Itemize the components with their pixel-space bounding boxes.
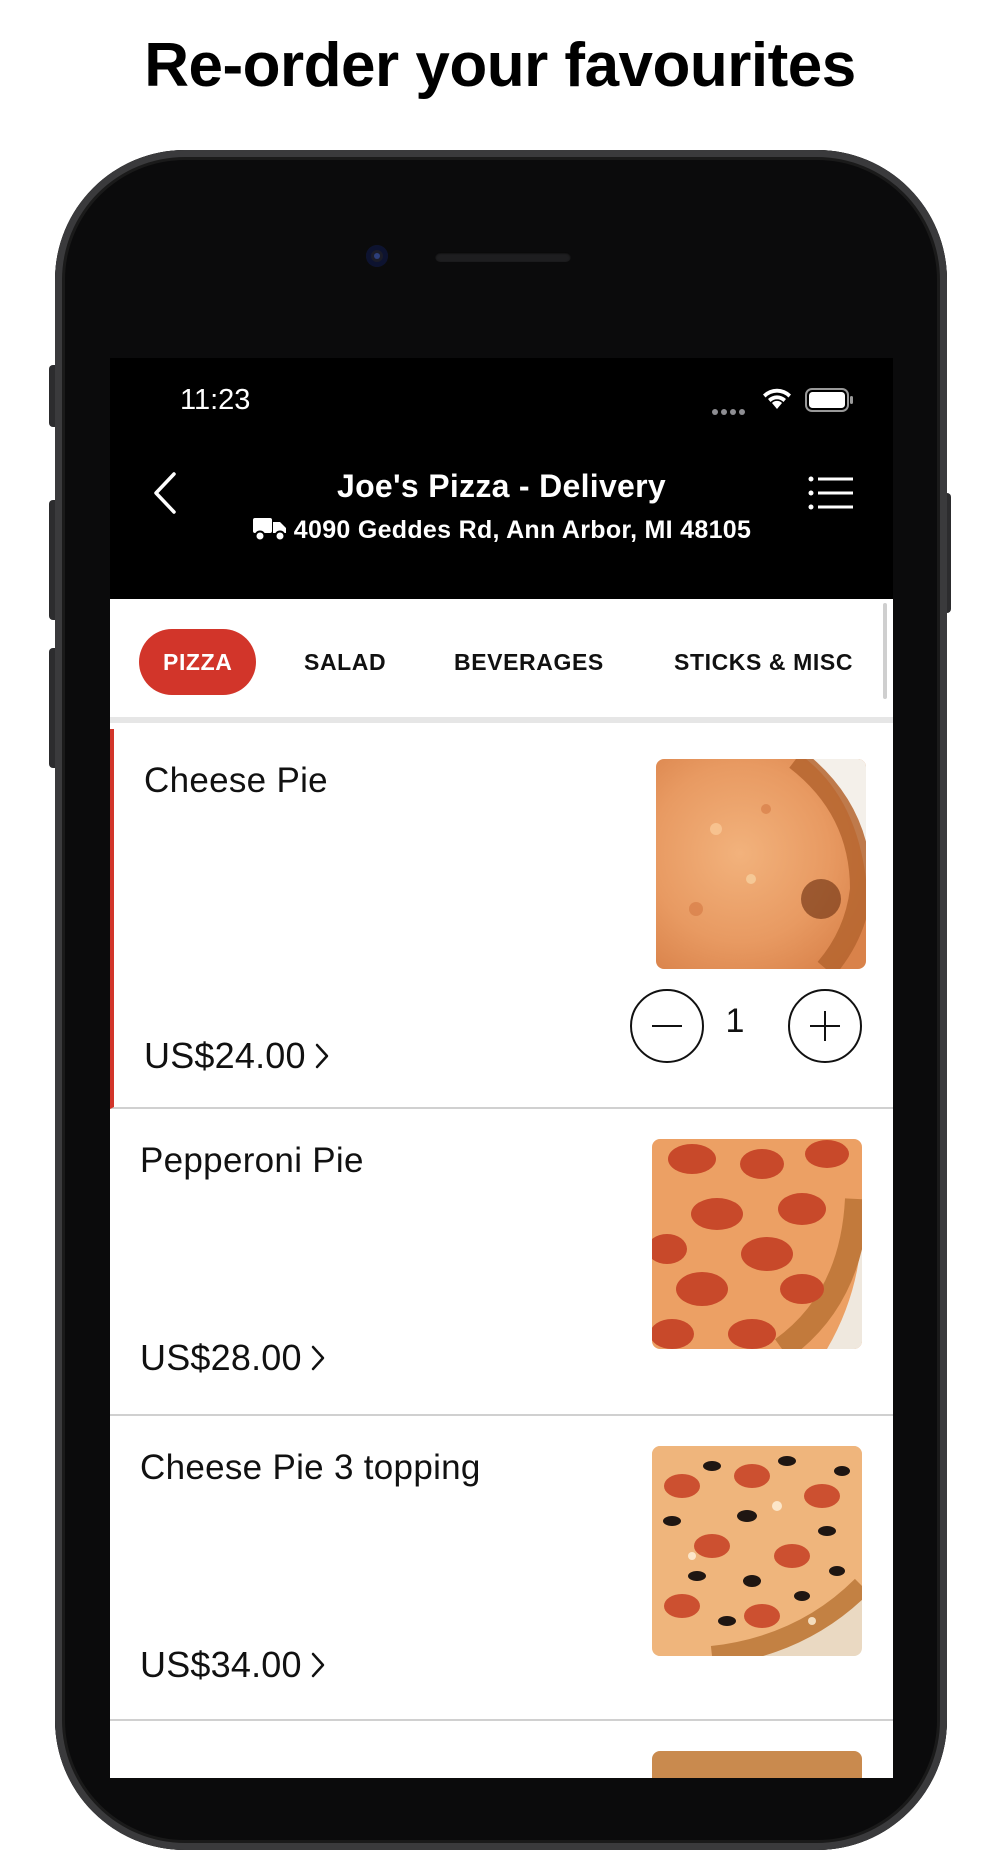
menu-list-icon[interactable] xyxy=(808,476,854,515)
tab-salad[interactable]: SALAD xyxy=(304,629,386,695)
minus-icon xyxy=(652,1025,682,1027)
tab-pizza[interactable]: PIZZA xyxy=(139,629,257,695)
price-text: US$34.00 xyxy=(140,1644,302,1685)
item-price[interactable]: US$28.00 xyxy=(140,1337,326,1381)
app-screen: 11:23 Joe's Pizza - Delivery 4090 Geddes… xyxy=(110,358,893,1778)
increase-quantity-button[interactable] xyxy=(788,989,862,1063)
next-item-image xyxy=(652,1751,862,1778)
status-bar: 11:23 xyxy=(110,358,893,438)
topping-pizza-image xyxy=(652,1446,862,1656)
front-camera xyxy=(366,245,388,267)
tab-beverages[interactable]: BEVERAGES xyxy=(454,629,604,695)
price-text: US$24.00 xyxy=(144,1035,306,1076)
price-text: US$28.00 xyxy=(140,1337,302,1378)
item-name: Cheese Pie xyxy=(144,761,328,800)
address-text: 4090 Geddes Rd, Ann Arbor, MI 48105 xyxy=(293,516,752,544)
battery-icon xyxy=(805,388,855,417)
menu-content: PIZZA SALAD BEVERAGES STICKS & MISC Chee… xyxy=(110,599,893,1778)
category-tabs: PIZZA SALAD BEVERAGES STICKS & MISC xyxy=(110,599,893,723)
headline: Re-order your favourites xyxy=(144,31,856,100)
item-name: Pepperoni Pie xyxy=(140,1141,364,1180)
item-price[interactable]: US$34.00 xyxy=(140,1644,326,1688)
pepperoni-pizza-image xyxy=(652,1139,862,1349)
menu-item-partial[interactable] xyxy=(110,1721,893,1778)
tab-sticks-misc[interactable]: STICKS & MISC xyxy=(674,629,853,695)
quantity-value: 1 xyxy=(725,1002,745,1040)
delivery-address[interactable]: 4090 Geddes Rd, Ann Arbor, MI 48105 xyxy=(110,516,893,549)
item-name: Cheese Pie 3 topping xyxy=(140,1448,481,1487)
earpiece-speaker xyxy=(435,252,571,262)
item-price[interactable]: US$24.00 xyxy=(144,1035,330,1079)
cellular-signal-icon xyxy=(712,402,748,420)
navigation-bar: Joe's Pizza - Delivery 4090 Geddes Rd, A… xyxy=(110,438,893,598)
menu-item-cheese-pie[interactable]: Cheese Pie US$24.00 1 xyxy=(110,729,893,1109)
status-time: 11:23 xyxy=(180,384,251,416)
store-title: Joe's Pizza - Delivery xyxy=(336,468,667,504)
menu-item-pepperoni-pie[interactable]: Pepperoni Pie US$28.00 xyxy=(110,1109,893,1416)
chevron-right-icon xyxy=(314,1037,330,1079)
cheese-pizza-image xyxy=(656,759,866,969)
delivery-truck-icon xyxy=(252,516,288,549)
chevron-right-icon xyxy=(310,1646,326,1688)
decrease-quantity-button[interactable] xyxy=(630,989,704,1063)
chevron-right-icon xyxy=(310,1339,326,1381)
tabs-scrollbar[interactable] xyxy=(883,603,887,699)
wifi-icon xyxy=(760,385,794,416)
menu-item-cheese-pie-3-topping[interactable]: Cheese Pie 3 topping US$34.00 xyxy=(110,1416,893,1721)
plus-icon xyxy=(810,1011,840,1041)
